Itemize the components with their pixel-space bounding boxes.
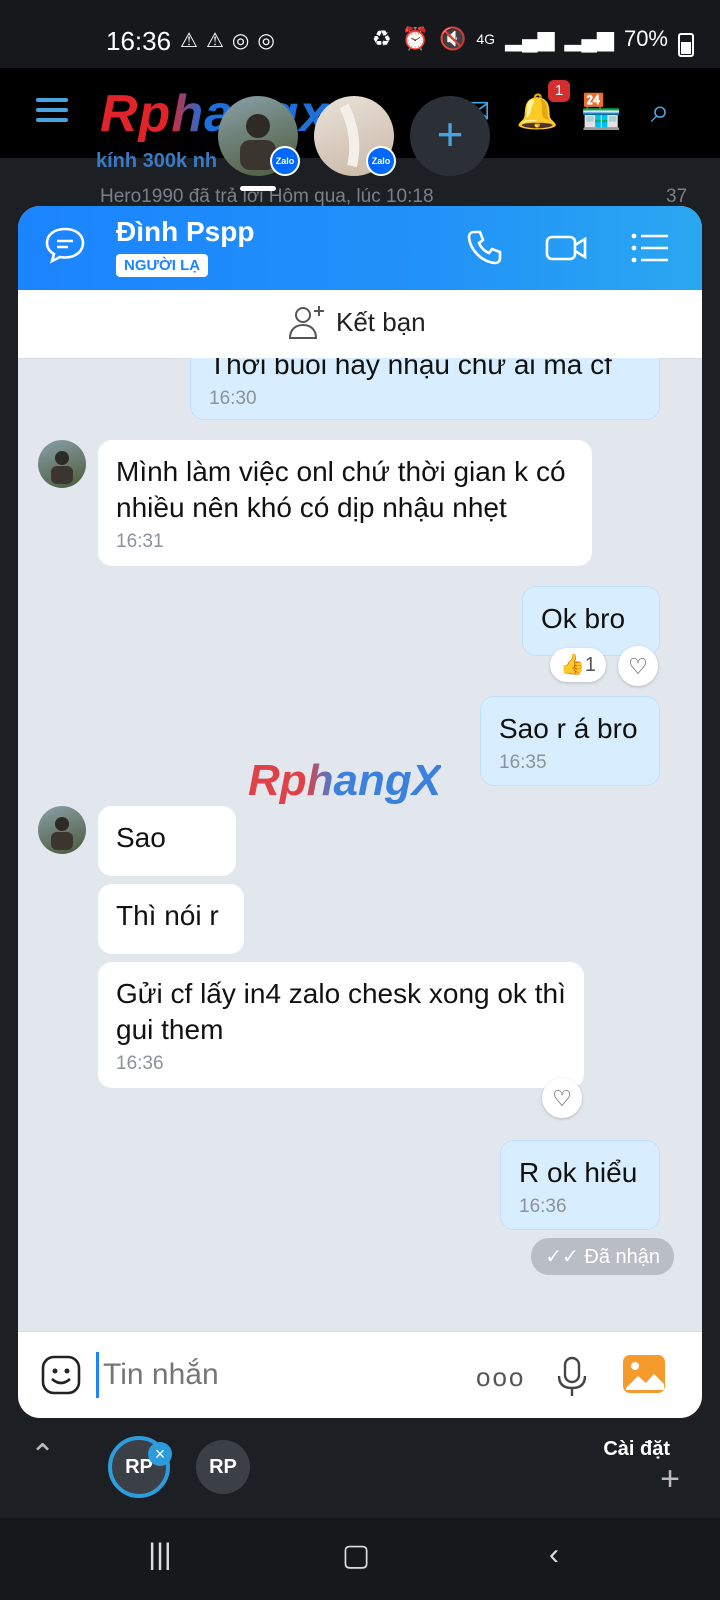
warning-icon: ⚠ [180, 30, 198, 52]
heart-react-button[interactable]: ♡ [618, 646, 658, 686]
stranger-badge: NGƯỜI LẠ [116, 254, 209, 277]
message-list[interactable]: Thời buổi hay nhậu chứ ai mà cf 16:30 Mì… [18, 358, 702, 1418]
close-icon[interactable]: × [148, 1442, 172, 1466]
add-friend-icon [288, 306, 324, 339]
heart-react-button[interactable]: ♡ [542, 1078, 582, 1118]
incoming-message[interactable]: Thì nói r [98, 884, 244, 954]
warning-icon: ⚠ [205, 30, 224, 52]
incoming-message[interactable]: Sao [98, 806, 236, 876]
outgoing-message[interactable]: Thời buổi hay nhậu chứ ai mà cf 16:30 [190, 358, 660, 420]
chat-window: Đình Pspp NGƯỜI LẠ Kết bạn Thời buổi hay… [18, 206, 702, 1418]
heart-icon: ♡ [628, 654, 648, 679]
options-menu-button[interactable] [628, 226, 672, 270]
drag-handle[interactable] [240, 186, 276, 191]
message-time: 16:36 [116, 1053, 164, 1074]
add-friend-label[interactable]: Kết bạn [336, 307, 426, 338]
outgoing-message[interactable]: R ok hiểu 16:36 [500, 1140, 660, 1230]
chat-header: Đình Pspp NGƯỜI LẠ [18, 206, 702, 290]
network-type: 4G [476, 31, 496, 47]
video-call-button[interactable] [544, 226, 588, 270]
alarm-icon: ⏰ [401, 26, 429, 51]
sender-avatar[interactable] [38, 806, 86, 854]
add-friend-bar[interactable]: Kết bạn [18, 290, 702, 359]
message-text: R ok hiểu [519, 1157, 638, 1188]
signal-icon: ▂▄▆ [564, 26, 614, 51]
heart-icon: ♡ [552, 1086, 572, 1111]
plus-icon[interactable]: + [660, 1460, 680, 1499]
message-time: 16:36 [519, 1196, 567, 1217]
microphone-button[interactable] [556, 1356, 588, 1398]
sticker-button[interactable] [40, 1354, 82, 1396]
zalo-badge: Zalo [270, 146, 300, 176]
message-input[interactable] [96, 1352, 445, 1398]
phone-call-button[interactable] [462, 226, 506, 270]
background-thread-count: 37 [666, 186, 688, 207]
double-check-icon: ✓✓ [545, 1246, 579, 1268]
battery-icon [678, 33, 694, 57]
recents-button[interactable]: ||| [140, 1538, 180, 1578]
chevron-up-icon[interactable]: ⌃ [30, 1438, 55, 1473]
message-text: Sao r á bro [499, 713, 638, 744]
status-bar: 16:36 ⚠ ⚠ ◎ ◎ ♻ ⏰ 🔇 4G ▂▄▆ ▂▄▆ 70% [0, 0, 720, 70]
back-button[interactable]: ‹ [534, 1538, 574, 1578]
message-time: 16:35 [499, 752, 547, 773]
sender-avatar[interactable] [38, 440, 86, 488]
store-icon[interactable]: 🏪 [580, 92, 622, 132]
message-text: Ok bro [541, 603, 626, 634]
signal-icon: ▂▄▆ [505, 26, 555, 51]
contact-name[interactable]: Đình Pspp [116, 216, 254, 248]
settings-label[interactable]: Cài đặt [603, 1438, 670, 1461]
message-text: Sao [116, 822, 166, 853]
message-time: 16:30 [209, 388, 257, 409]
chrome-icon: ◎ [231, 30, 250, 52]
outgoing-message[interactable]: Sao r á bro 16:35 [480, 696, 660, 786]
like-count: 1 [584, 654, 597, 676]
notification-badge: 1 [548, 80, 570, 102]
recycle-icon: ♻ [371, 26, 392, 51]
image-button[interactable] [622, 1354, 666, 1394]
person-photo-icon [51, 451, 73, 484]
background-thread-title: kính 300k nh [96, 150, 218, 172]
status-system-icons: ♻ ⏰ 🔇 4G ▂▄▆ ▂▄▆ 70% [372, 26, 668, 52]
zalo-badge: Zalo [366, 146, 396, 176]
message-text: Thì nói r [116, 900, 219, 931]
tray-bubble[interactable]: RP [196, 1440, 250, 1494]
incoming-message[interactable]: Gửi cf lấy in4 zalo chesk xong ok thì gu… [98, 962, 584, 1088]
person-photo-icon [51, 817, 73, 850]
like-reaction[interactable]: 👍1 [550, 648, 607, 682]
bubble-tray: ⌃ RP RP Cài đặt + [0, 1418, 720, 1518]
system-nav-bar: ||| ▢ ‹ [0, 1518, 720, 1600]
status-notification-icons: ⚠ ⚠ ◎ ◎ [180, 28, 275, 53]
message-text: Thời buổi hay nhậu chứ ai mà cf [209, 358, 612, 380]
message-text: Gửi cf lấy in4 zalo chesk xong ok thì gu… [116, 978, 566, 1045]
thumbs-up-icon: 👍 [560, 654, 585, 676]
watermark-logo: RphangX [248, 756, 442, 805]
more-options-button[interactable]: ooo [476, 1362, 525, 1393]
search-icon[interactable]: ⌕ [640, 92, 680, 132]
add-chat-head-button[interactable]: + [410, 96, 490, 176]
message-time: 16:31 [116, 531, 164, 552]
incoming-message[interactable]: Mình làm việc onl chứ thời gian k có nhi… [98, 440, 592, 566]
home-button[interactable]: ▢ [336, 1538, 376, 1578]
battery-percent: 70% [623, 26, 668, 51]
status-time: 16:36 [106, 26, 172, 56]
menu-icon[interactable] [36, 98, 68, 122]
chrome-icon: ◎ [257, 30, 275, 52]
chat-bubble-icon[interactable] [44, 226, 86, 264]
message-composer: ooo [18, 1331, 702, 1418]
received-status: ✓✓ Đã nhận [531, 1238, 674, 1275]
received-status-label: Đã nhận [584, 1246, 660, 1268]
message-text: Mình làm việc onl chứ thời gian k có nhi… [116, 456, 566, 523]
mute-icon: 🔇 [438, 26, 467, 51]
